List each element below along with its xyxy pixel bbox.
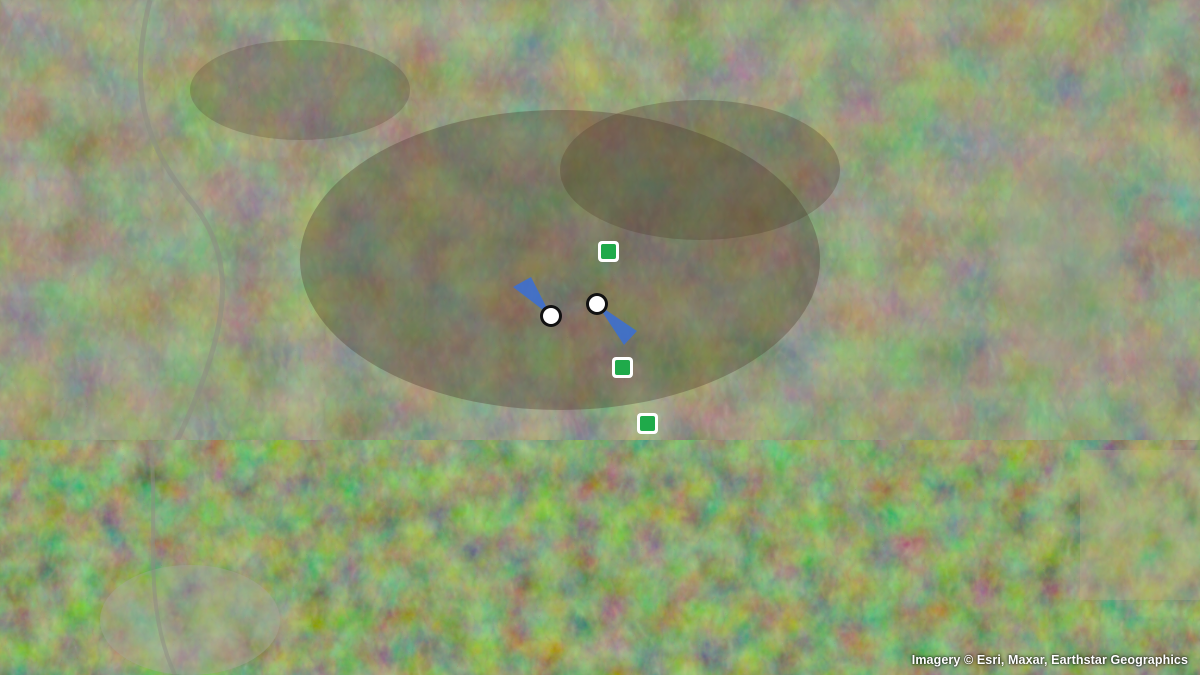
imagery-tile-lower bbox=[0, 439, 1200, 675]
camera-marker-west[interactable] bbox=[540, 305, 562, 327]
station-marker-south[interactable] bbox=[637, 413, 658, 434]
satellite-map[interactable] bbox=[0, 0, 1200, 675]
camera-marker-east[interactable] bbox=[586, 293, 608, 315]
map-attribution: Imagery © Esri, Maxar, Earthstar Geograp… bbox=[911, 653, 1188, 667]
station-marker-north[interactable] bbox=[598, 241, 619, 262]
station-marker-middle[interactable] bbox=[612, 357, 633, 378]
imagery-tile-upper bbox=[0, 0, 1200, 447]
